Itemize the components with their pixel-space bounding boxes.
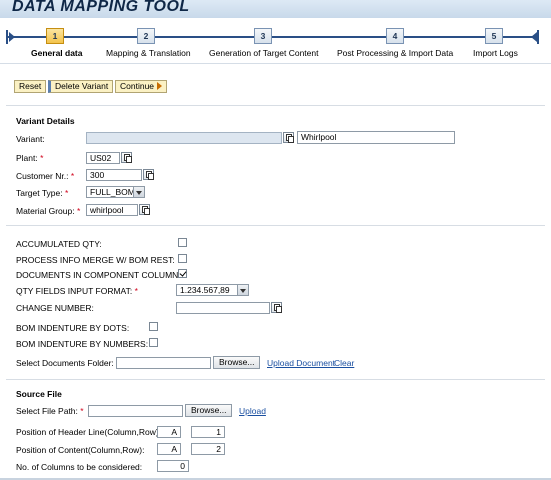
step-3-number[interactable]: 3	[254, 28, 272, 44]
divider	[6, 225, 545, 226]
step-4-label[interactable]: Post Processing & Import Data	[337, 48, 453, 58]
docs-browse-button[interactable]: Browse...	[213, 356, 261, 369]
continue-button[interactable]: Continue	[115, 80, 168, 93]
target-type-label-text: Target Type:	[16, 188, 63, 198]
num-columns-input[interactable]: 0	[157, 460, 189, 472]
indenture-dots-label: BOM INDENTURE BY DOTS:	[16, 323, 130, 333]
roadmap: 1 General data 2 Mapping & Translation 3…	[0, 18, 551, 64]
required-mark: *	[40, 153, 44, 163]
documents-checkbox[interactable]	[178, 269, 187, 278]
file-path-input[interactable]	[88, 405, 183, 417]
step-2-number[interactable]: 2	[137, 28, 155, 44]
file-path-label-text: Select File Path:	[16, 406, 78, 416]
plant-label: Plant: *	[16, 153, 43, 163]
step-5-label[interactable]: Import Logs	[473, 48, 518, 58]
plant-input[interactable]: US02	[86, 152, 120, 164]
material-group-label: Material Group: *	[16, 206, 80, 216]
variant-input[interactable]	[86, 132, 282, 144]
required-mark: *	[134, 286, 138, 296]
process-info-checkbox[interactable]	[178, 254, 187, 263]
material-group-label-text: Material Group:	[16, 206, 75, 216]
file-browse-button[interactable]: Browse...	[185, 404, 233, 417]
continue-arrow-icon	[157, 82, 163, 90]
qty-format-dropdown-icon[interactable]	[238, 284, 249, 296]
roadmap-scroll-left-icon[interactable]	[9, 32, 15, 42]
content-position-label: Position of Content(Column,Row):	[16, 445, 145, 455]
upload-link[interactable]: Upload	[239, 406, 266, 416]
qty-format-label: QTY FIELDS INPUT FORMAT: *	[16, 286, 138, 296]
divider	[6, 379, 545, 380]
step-1-number[interactable]: 1	[46, 28, 64, 44]
header-row-input[interactable]: 1	[191, 426, 225, 438]
indenture-dots-checkbox[interactable]	[149, 322, 158, 331]
content-column-input[interactable]: A	[157, 443, 181, 455]
app-title: DATA MAPPING TOOL	[12, 0, 190, 15]
documents-label: DOCUMENTS IN COMPONENT COLUMN:	[16, 270, 181, 280]
header-line-label: Position of Header Line(Column,Row):	[16, 427, 162, 437]
divider	[6, 105, 545, 106]
material-group-input[interactable]: whirlpool	[86, 204, 138, 216]
customer-input[interactable]: 300	[86, 169, 142, 181]
roadmap-end-bar	[537, 30, 539, 44]
process-info-label: PROCESS INFO MERGE W/ BOM REST:	[16, 255, 175, 265]
file-path-label: Select File Path: *	[16, 406, 84, 416]
indenture-numbers-label: BOM INDENTURE BY NUMBERS:	[16, 339, 149, 349]
indenture-numbers-checkbox[interactable]	[149, 338, 158, 347]
required-mark: *	[70, 171, 75, 181]
roadmap-line	[6, 36, 539, 38]
accumulated-qty-checkbox[interactable]	[178, 238, 187, 247]
step-1-label[interactable]: General data	[31, 48, 83, 58]
required-mark: *	[65, 188, 69, 198]
header-column-input[interactable]: A	[157, 426, 181, 438]
roadmap-start-bar	[6, 30, 8, 44]
qty-format-label-text: QTY FIELDS INPUT FORMAT:	[16, 286, 133, 296]
reset-button[interactable]: Reset	[14, 80, 47, 93]
change-number-input[interactable]	[176, 302, 270, 314]
required-mark: *	[80, 406, 84, 416]
change-number-label: CHANGE NUMBER:	[16, 303, 94, 313]
target-type-select[interactable]: FULL_BOM	[86, 186, 134, 198]
plant-value-help-icon[interactable]	[121, 152, 132, 163]
step-5-number[interactable]: 5	[485, 28, 503, 44]
step-3-label[interactable]: Generation of Target Content	[209, 48, 318, 58]
step-2-label[interactable]: Mapping & Translation	[106, 48, 191, 58]
material-group-value-help-icon[interactable]	[139, 204, 150, 215]
step-4-number[interactable]: 4	[386, 28, 404, 44]
upload-document-link[interactable]: Upload Document	[267, 358, 335, 368]
app-header: DATA MAPPING TOOL	[0, 0, 551, 18]
target-type-dropdown-icon[interactable]	[134, 186, 145, 198]
variant-details-title: Variant Details	[16, 116, 75, 126]
qty-format-select[interactable]: 1.234.567,89	[176, 284, 238, 296]
clear-link[interactable]: Clear	[334, 358, 354, 368]
target-type-label: Target Type: *	[16, 188, 68, 198]
source-file-title: Source File	[16, 389, 62, 399]
continue-label: Continue	[120, 81, 155, 91]
docs-folder-input[interactable]	[116, 357, 211, 369]
customer-label: Customer Nr.: *	[16, 171, 74, 181]
customer-value-help-icon[interactable]	[143, 169, 154, 180]
num-columns-label: No. of Columns to be considered:	[16, 462, 143, 472]
change-number-value-help-icon[interactable]	[271, 302, 282, 313]
required-mark: *	[76, 206, 81, 216]
accumulated-qty-label: ACCUMULATED QTY:	[16, 239, 102, 249]
plant-label-text: Plant:	[16, 153, 38, 163]
customer-label-text: Customer Nr.:	[16, 171, 69, 181]
content-row-input[interactable]: 2	[191, 443, 225, 455]
variant-description-field[interactable]: Whirlpool	[297, 131, 455, 144]
docs-folder-label: Select Documents Folder:	[16, 358, 114, 368]
delete-variant-button[interactable]: Delete Variant	[48, 80, 114, 93]
variant-value-help-icon[interactable]	[283, 132, 294, 143]
variant-label: Variant:	[16, 134, 45, 144]
